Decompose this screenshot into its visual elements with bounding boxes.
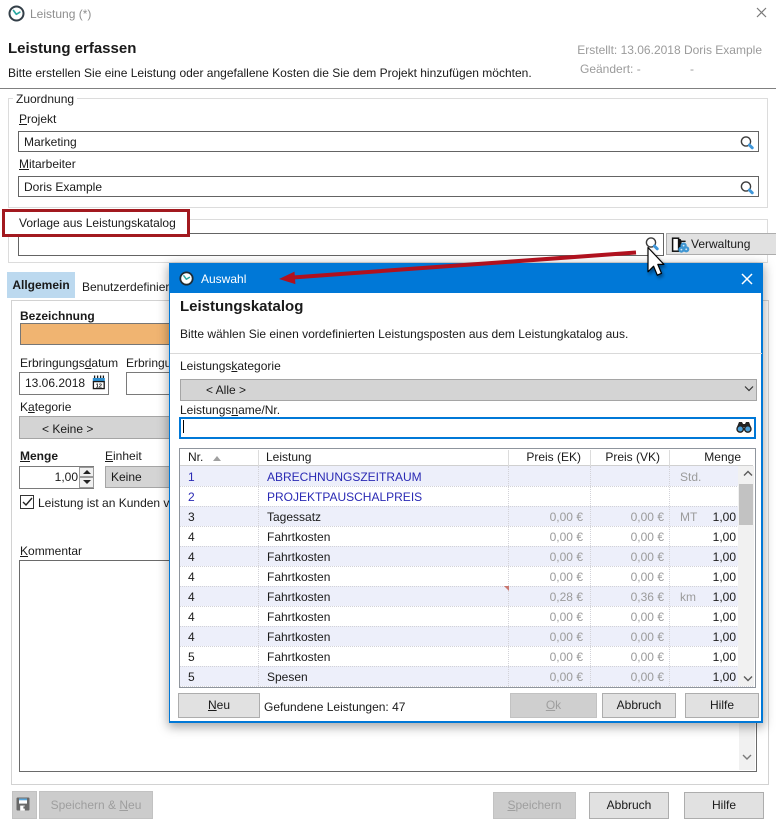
svg-text:12: 12 [96,383,102,389]
